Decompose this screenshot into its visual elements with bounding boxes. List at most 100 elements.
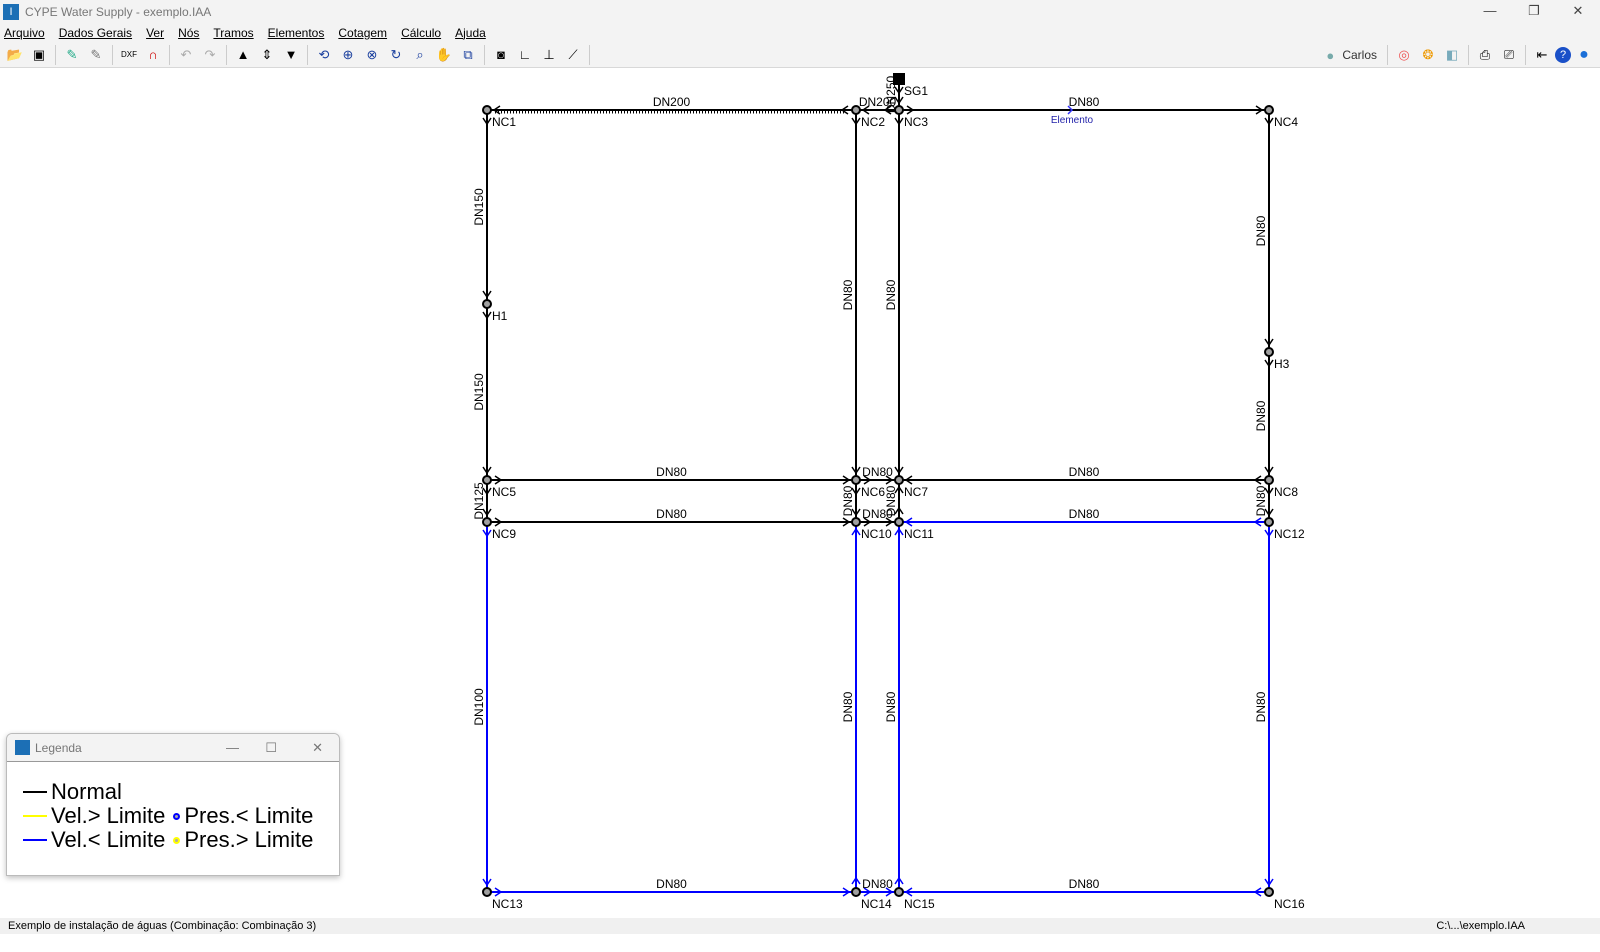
up-icon[interactable]: ▲ — [232, 45, 254, 65]
pipe-NC8-NC7[interactable]: DN80 — [899, 465, 1269, 485]
open-folder-icon[interactable]: 📂 — [4, 45, 26, 65]
print-preview-icon[interactable]: ⎚ — [1498, 45, 1520, 65]
pipe-NC8-NC12[interactable]: DN80 — [1254, 480, 1274, 522]
node-NC13[interactable] — [482, 887, 492, 897]
down-icon[interactable]: ▼ — [280, 45, 302, 65]
node-NC1[interactable] — [482, 105, 492, 115]
pipe-NC2-NC6[interactable]: DN80 — [841, 110, 861, 480]
pipe-NC6-NC10[interactable]: DN80 — [841, 480, 861, 522]
axes-angle-icon[interactable]: ⊥ — [538, 45, 560, 65]
menu-dados-gerais[interactable]: Dados Gerais — [59, 26, 132, 40]
restore-button[interactable]: ❐ — [1512, 0, 1556, 23]
links-icon[interactable]: ❂ — [1417, 45, 1439, 65]
node-label: NC2 — [861, 115, 885, 129]
save-icon[interactable]: ▣ — [28, 45, 50, 65]
node-NC11[interactable] — [894, 517, 904, 527]
zoom-all-icon[interactable]: ⊕ — [337, 45, 359, 65]
magnet-icon[interactable]: ∩ — [142, 45, 164, 65]
toolbar: 📂 ▣ ✎ ✎ DXF ∩ ↶ ↷ ▲ ⇕ ▼ ⟲ ⊕ ⊗ ↻ ⌕ ✋ ⧉ ◙ … — [0, 42, 1600, 68]
pipe-NC3-NC7[interactable]: DN80 — [884, 110, 904, 480]
menu-elementos[interactable]: Elementos — [268, 26, 325, 40]
menu-nos[interactable]: Nós — [178, 26, 199, 40]
edit-tool-gray-icon[interactable]: ✎ — [85, 45, 107, 65]
pipe-NC5-NC9[interactable]: DN125 — [472, 480, 492, 522]
binoculars-icon[interactable]: ◙ — [490, 45, 512, 65]
axes-xy-icon[interactable]: ∟ — [514, 45, 536, 65]
pipe-NC14-NC15[interactable]: DN80 — [856, 877, 899, 897]
legend-minimize-button[interactable]: — — [226, 740, 239, 755]
menu-arquivo[interactable]: Arquivo — [4, 26, 45, 40]
menu-cotagem[interactable]: Cotagem — [338, 26, 387, 40]
redo-icon[interactable]: ↷ — [199, 45, 221, 65]
node-label: NC3 — [904, 115, 928, 129]
help-icon[interactable]: ? — [1555, 47, 1571, 63]
node-NC9[interactable] — [482, 517, 492, 527]
pipe-dn-label: DN80 — [1254, 691, 1268, 722]
pipe-NC5-NC6[interactable]: DN80 — [487, 465, 856, 485]
web-icon[interactable]: ● — [1573, 45, 1595, 65]
pan-hand-icon[interactable]: ✋ — [433, 45, 455, 65]
separator — [589, 44, 590, 65]
pipe-NC12-NC16[interactable]: DN80 — [1254, 522, 1274, 892]
zoom-x2-icon[interactable]: ⊗ — [361, 45, 383, 65]
pipe-NC16-NC15[interactable]: DN80 — [899, 877, 1269, 897]
exit-icon[interactable]: ⇤ — [1531, 45, 1553, 65]
legend-window: Legenda — ☐ ✕ Normal Vel.> Limite Pres.< … — [6, 733, 340, 876]
undo-icon[interactable]: ↶ — [175, 45, 197, 65]
legend-maximize-button[interactable]: ☐ — [265, 740, 277, 756]
edit-tool-icon[interactable]: ✎ — [61, 45, 83, 65]
node-label: NC4 — [1274, 115, 1298, 129]
menu-tramos[interactable]: Tramos — [213, 26, 253, 40]
menu-calculo[interactable]: Cálculo — [401, 26, 441, 40]
legend-close-button[interactable]: ✕ — [312, 740, 323, 756]
dxf-dwg-icon[interactable]: DXF — [118, 45, 140, 65]
pipe-NC3-NC4[interactable]: DN80 — [899, 95, 1269, 115]
node-NC14[interactable] — [851, 887, 861, 897]
view-window-icon[interactable]: ⧉ — [457, 45, 479, 65]
legend-title-bar[interactable]: Legenda — [7, 734, 339, 762]
node-NC6[interactable] — [851, 475, 861, 485]
model-icon[interactable]: ◧ — [1441, 45, 1463, 65]
menu-ajuda[interactable]: Ajuda — [455, 26, 486, 40]
user-name[interactable]: Carlos — [1342, 48, 1377, 62]
node-NC15[interactable] — [894, 887, 904, 897]
node-H1[interactable] — [482, 299, 492, 309]
node-NC4[interactable] — [1264, 105, 1274, 115]
node-NC5[interactable] — [482, 475, 492, 485]
pipe-NC13-NC14[interactable]: DN80 — [487, 877, 856, 897]
zoom-previous-icon[interactable]: ⟲ — [313, 45, 335, 65]
menu-ver[interactable]: Ver — [146, 26, 164, 40]
redraw-icon[interactable]: ↻ — [385, 45, 407, 65]
close-button[interactable]: ✕ — [1556, 0, 1600, 23]
node-NC12[interactable] — [1264, 517, 1274, 527]
pipe-dn-label: DN80 — [656, 465, 687, 479]
node-NC16[interactable] — [1264, 887, 1274, 897]
node-H3[interactable] — [1264, 347, 1274, 357]
pipe-NC14-NC10[interactable]: DN80 — [841, 522, 861, 892]
pipe-NC10-NC11[interactable]: DN80 — [856, 507, 899, 527]
zoom-window-icon[interactable]: ⌕ — [409, 45, 431, 65]
node-NC2[interactable] — [851, 105, 861, 115]
print-icon[interactable]: ⎙ — [1474, 45, 1496, 65]
minimize-button[interactable]: — — [1468, 0, 1512, 23]
pipe-NC9-NC13[interactable]: DN100 — [472, 522, 492, 892]
node-NC10[interactable] — [851, 517, 861, 527]
up-down-icon[interactable]: ⇕ — [256, 45, 278, 65]
update-icon[interactable]: ◎ — [1393, 45, 1415, 65]
pipe-H3-NC8[interactable]: DN80 — [1254, 352, 1274, 480]
pipe-dn-label: DN80 — [656, 877, 687, 891]
pres-low-dot-swatch — [173, 812, 181, 820]
dimension-icon[interactable]: ⟋ — [562, 45, 584, 65]
pipe-NC12-NC11[interactable]: DN80 — [899, 507, 1269, 527]
pipe-NC6-NC7[interactable]: DN80 — [856, 465, 899, 485]
user-icon[interactable]: ● — [1319, 45, 1341, 65]
pipe-H1-NC5[interactable]: DN150 — [472, 304, 492, 480]
pipe-NC1-H1[interactable]: DN150 — [472, 110, 492, 304]
pipe-NC2-NC1[interactable]: DN200 — [487, 95, 856, 115]
pipe-NC15-NC11[interactable]: DN80 — [884, 522, 904, 892]
pipe-NC9-NC10[interactable]: DN80 — [487, 507, 856, 527]
node-NC7[interactable] — [894, 475, 904, 485]
node-NC3[interactable] — [894, 105, 904, 115]
pipe-NC4-H3[interactable]: DN80 — [1254, 110, 1274, 352]
node-NC8[interactable] — [1264, 475, 1274, 485]
